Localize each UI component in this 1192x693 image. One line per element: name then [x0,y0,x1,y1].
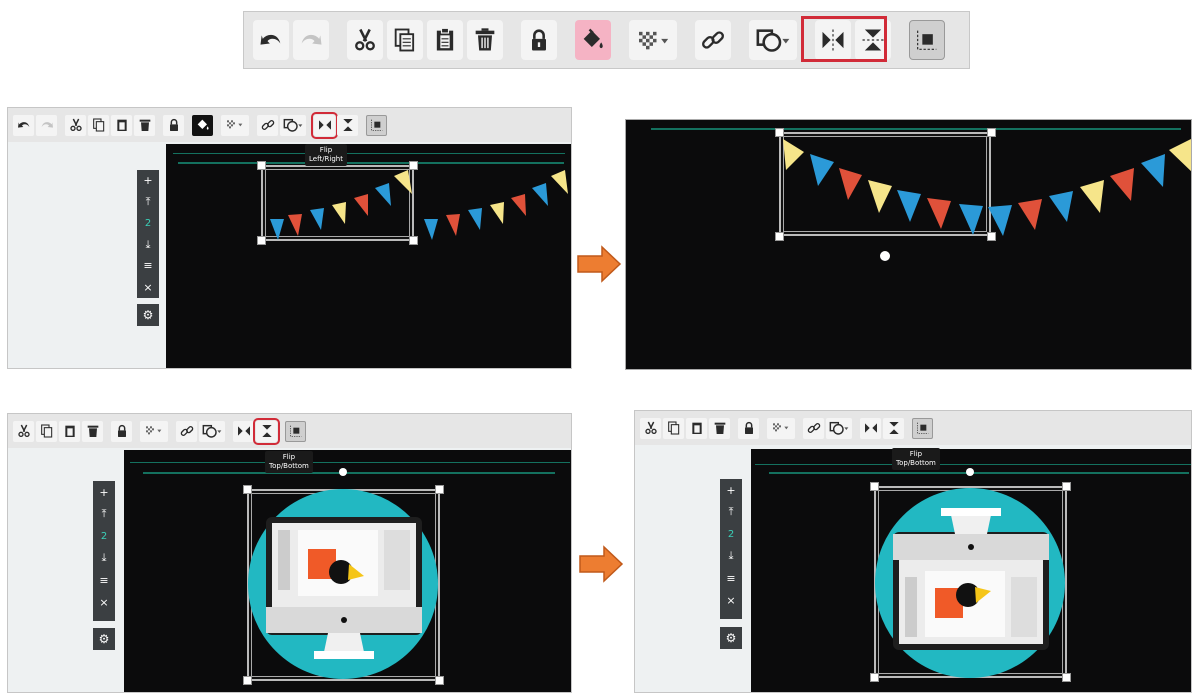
flip-left-right-tooltip: Flip Left/Right [305,144,347,166]
fill-icon [583,28,603,49]
orange-arrow-icon [577,245,622,283]
fill-color-button[interactable] [575,20,611,60]
tooltip-line1: Flip [909,450,923,458]
transparency-icon [639,31,669,50]
cut-icon [355,28,375,51]
tooltip-line2: Left/Right [309,155,343,163]
undo-button[interactable] [253,20,289,60]
redo-button[interactable] [293,20,329,60]
bunting-flags [783,139,1191,236]
lock-icon [532,29,546,51]
editor-before-flip-top-bottom: + ⤒ 2 ⤓ ≡ × ⚙ Flip Top/Bottom [7,413,572,693]
flag [424,219,438,240]
flip-top-bottom-tooltip: Flip Top/Bottom [265,451,313,473]
arrange-button[interactable] [909,20,945,60]
lock-button[interactable] [521,20,557,60]
copy-icon [394,28,415,52]
flag [897,190,921,222]
flag [959,204,983,235]
flag [490,202,504,224]
flag [810,154,834,186]
cut-button[interactable] [347,20,383,60]
orange-arrow-icon [579,545,624,583]
flag [310,208,324,230]
undo-icon [260,34,281,45]
flag [1169,139,1191,172]
tooltip-line1: Flip [282,453,296,461]
flag [468,208,482,230]
flag [375,183,391,206]
redo-icon [301,34,322,45]
flag [270,219,284,240]
flag [532,183,548,206]
editor-before-flip-left-right: + ⤒ 2 ⤓ ≡ × ⚙ Flip Left/Right [7,107,572,369]
shape-icon [756,29,790,52]
link-icon [702,31,724,49]
flag [1018,199,1042,230]
shape-dropdown[interactable] [749,20,797,60]
flag [332,202,346,224]
flag [446,214,460,236]
flag [868,180,892,213]
tooltip-line2: Top/Bottom [269,462,309,470]
flip-top-bottom-tooltip: Flip Top/Bottom [892,448,940,470]
link-button[interactable] [695,20,731,60]
delete-icon [475,28,495,51]
flag [1080,180,1104,213]
flag [839,168,862,200]
editor-after-flip-left-right [625,119,1192,370]
copy-button[interactable] [387,20,423,60]
paste-button[interactable] [427,20,463,60]
flag [1110,168,1134,201]
flag [927,198,951,229]
flag [988,205,1012,236]
flag [288,214,302,236]
transparency-dropdown[interactable] [629,20,677,60]
flag [1049,191,1073,222]
delete-button[interactable] [467,20,503,60]
tooltip-line2: Top/Bottom [896,459,936,467]
bunting-flags [270,170,568,240]
flag [551,170,568,194]
paste-icon [436,27,454,51]
flag [1141,154,1165,187]
flag [354,194,368,216]
tooltip-line1: Flip [319,146,333,154]
flip-buttons-highlight [801,16,887,62]
editor-after-flip-top-bottom: + ⤒ 2 ⤓ ≡ × ⚙ Flip Top/Bottom [634,410,1192,693]
flag [394,170,412,194]
arrange-icon [917,30,937,50]
flag [511,194,526,216]
flag [783,139,804,170]
